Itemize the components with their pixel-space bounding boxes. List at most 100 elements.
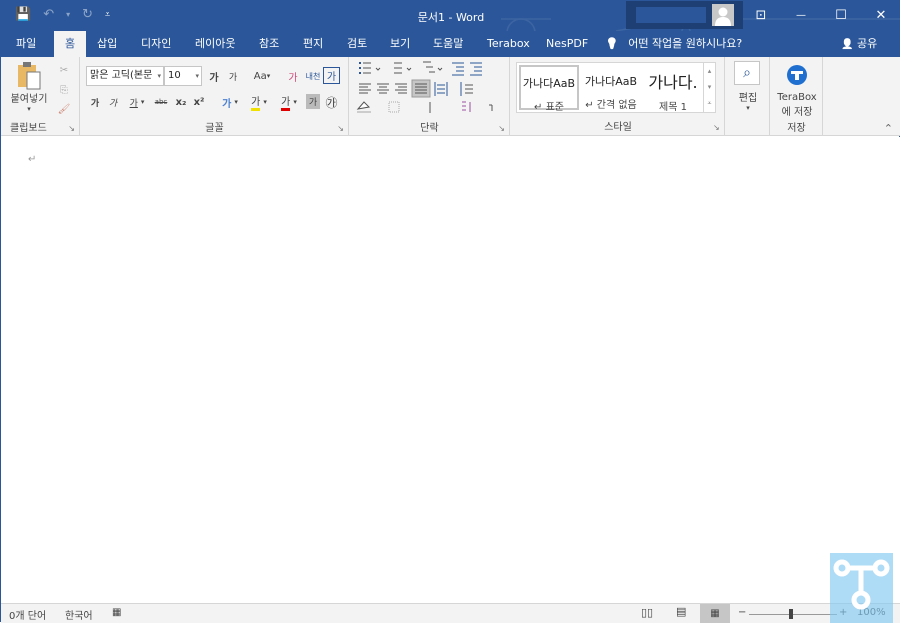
italic-icon: 가 bbox=[108, 98, 118, 109]
tell-me-search[interactable]: 💡 어떤 작업을 원하시나요? bbox=[605, 31, 742, 57]
bold-button[interactable]: 가 bbox=[87, 93, 103, 111]
paste-button[interactable]: 붙여넣기 ▾ bbox=[7, 61, 51, 113]
tab-design[interactable]: 디자인 bbox=[135, 31, 177, 57]
format-painter-icon: 🖌 bbox=[57, 103, 71, 115]
align-left-button[interactable] bbox=[356, 79, 374, 97]
ribbon-display-options-button[interactable]: ⊡ bbox=[741, 1, 781, 29]
macro-icon[interactable]: ▦ bbox=[112, 607, 121, 618]
strikethrough-button[interactable]: abc bbox=[152, 93, 170, 111]
align-center-button[interactable] bbox=[374, 79, 392, 97]
styles-launcher-icon[interactable]: ↘ bbox=[713, 123, 720, 132]
shrink-font-button[interactable]: 가 bbox=[225, 67, 241, 85]
clipboard-launcher-icon[interactable]: ↘ bbox=[68, 124, 75, 133]
show-formatting-marks-button[interactable] bbox=[484, 99, 502, 117]
character-border-button[interactable]: 가 bbox=[323, 67, 340, 84]
terabox-save-button[interactable] bbox=[784, 62, 810, 88]
collapse-ribbon-icon[interactable]: ⌃ bbox=[884, 122, 893, 135]
tab-mailings[interactable]: 편지 bbox=[297, 31, 329, 57]
share-button[interactable]: 👤 공유 bbox=[841, 31, 877, 57]
font-size-select[interactable]: 10 ▾ bbox=[164, 66, 202, 86]
cut-button[interactable]: ✂ bbox=[56, 62, 72, 78]
paste-arrow-icon: ▾ bbox=[27, 105, 31, 113]
terabox-label-2: 에 저장 bbox=[781, 107, 813, 118]
word-count[interactable]: 0개 단어 bbox=[9, 607, 46, 622]
grow-font-button[interactable]: 가 bbox=[206, 67, 222, 85]
chevron-down-icon: ▾ bbox=[157, 72, 161, 80]
style-name: ↵ 간격 없음 bbox=[585, 100, 637, 111]
read-mode-icon[interactable]: ▯▯ bbox=[641, 606, 653, 619]
tab-file[interactable]: 파일 bbox=[10, 31, 42, 57]
person-icon: 👤 bbox=[841, 39, 854, 50]
bullets-button[interactable] bbox=[354, 59, 384, 79]
underline-button[interactable]: 가 ▾ bbox=[124, 93, 150, 111]
maximize-button[interactable]: ☐ bbox=[821, 1, 861, 29]
terabox-group: TeraBox 에 저장 저장 bbox=[771, 57, 823, 136]
line-spacing-button[interactable] bbox=[458, 79, 486, 97]
bold-icon: 가 bbox=[90, 98, 100, 109]
highlight-icon: 가 bbox=[251, 93, 261, 111]
tab-home[interactable]: 홈 bbox=[54, 31, 86, 57]
style-normal[interactable]: 가나다AaB ↵ 표준 bbox=[519, 65, 579, 113]
shading-button[interactable] bbox=[354, 99, 384, 117]
copy-button[interactable]: ⎘ bbox=[56, 82, 72, 98]
font-name-value: 맑은 고딕(본문 bbox=[90, 70, 153, 81]
highlight-button[interactable]: 가 ▾ bbox=[245, 93, 273, 111]
tab-review[interactable]: 검토 bbox=[341, 31, 373, 57]
account-area[interactable] bbox=[626, 1, 743, 29]
scroll-up-icon[interactable]: ▴ bbox=[704, 63, 715, 79]
document-area[interactable]: ↵ bbox=[1, 137, 900, 603]
decrease-indent-button[interactable] bbox=[450, 59, 468, 79]
editing-button[interactable]: ⌕ bbox=[734, 61, 760, 85]
text-effects-button[interactable]: 가 ▾ bbox=[217, 93, 243, 111]
zoom-slider[interactable] bbox=[749, 614, 837, 615]
paste-icon bbox=[18, 62, 41, 90]
zoom-slider-thumb[interactable] bbox=[789, 609, 793, 619]
numbering-button[interactable] bbox=[386, 59, 416, 79]
distributed-button[interactable] bbox=[432, 79, 450, 97]
format-painter-button[interactable]: 🖌 bbox=[56, 101, 72, 117]
multilevel-list-button[interactable] bbox=[416, 59, 446, 79]
minimize-button[interactable]: — bbox=[781, 1, 821, 29]
italic-button[interactable]: 가 bbox=[105, 93, 121, 111]
share-label: 공유 bbox=[856, 37, 878, 50]
phonetic-guide-button[interactable]: 내천 bbox=[304, 67, 322, 85]
style-no-spacing[interactable]: 가나다AaB ↵ 간격 없음 bbox=[581, 65, 641, 111]
sort-button[interactable] bbox=[458, 99, 478, 117]
paragraph-launcher-icon[interactable]: ↘ bbox=[498, 124, 505, 133]
tab-references[interactable]: 참조 bbox=[253, 31, 285, 57]
tab-insert[interactable]: 삽입 bbox=[91, 31, 123, 57]
increase-indent-button[interactable] bbox=[468, 59, 486, 79]
enclose-characters-button[interactable]: ㉮ bbox=[323, 93, 340, 111]
justify-button[interactable] bbox=[412, 79, 430, 97]
change-case-button[interactable]: Aa ▾ bbox=[249, 67, 275, 85]
character-shading-button[interactable]: 가 bbox=[306, 94, 320, 109]
superscript-button[interactable]: x² bbox=[191, 93, 207, 111]
enclose-characters-icon: ㉮ bbox=[325, 95, 338, 110]
zoom-out-button[interactable]: − bbox=[738, 607, 746, 618]
language[interactable]: 한국어 bbox=[65, 607, 93, 622]
align-right-button[interactable] bbox=[392, 79, 410, 97]
more-styles-icon[interactable]: ⩡ bbox=[704, 95, 715, 111]
watermark-logo-icon bbox=[833, 559, 890, 610]
borders-button[interactable] bbox=[386, 99, 416, 117]
web-layout-icon[interactable]: ▦ bbox=[700, 604, 730, 623]
clear-formatting-button[interactable]: 가 bbox=[284, 67, 302, 85]
font-launcher-icon[interactable]: ↘ bbox=[337, 124, 344, 133]
tab-help[interactable]: 도움말 bbox=[427, 31, 469, 57]
avatar[interactable] bbox=[712, 4, 734, 26]
tab-layout[interactable]: 레이아웃 bbox=[189, 31, 241, 57]
scroll-down-icon[interactable]: ▾ bbox=[704, 79, 715, 95]
editing-arrow-icon: ▾ bbox=[746, 104, 750, 112]
text-direction-button[interactable] bbox=[422, 99, 452, 117]
font-color-button[interactable]: 가 ▾ bbox=[275, 93, 303, 111]
font-name-select[interactable]: 맑은 고딕(본문 ▾ bbox=[86, 66, 164, 86]
styles-scroll[interactable]: ▴ ▾ ⩡ bbox=[703, 63, 715, 112]
tab-view[interactable]: 보기 bbox=[384, 31, 416, 57]
print-layout-icon[interactable]: ▤ bbox=[676, 605, 686, 618]
phonetic-guide-icon: 내천 bbox=[305, 71, 321, 81]
style-heading-1[interactable]: 가나다. 제목 1 bbox=[643, 65, 703, 113]
subscript-button[interactable]: x₂ bbox=[173, 93, 189, 111]
tab-nespdf[interactable]: NesPDF bbox=[540, 31, 594, 57]
tab-terabox[interactable]: Terabox bbox=[481, 31, 536, 57]
close-button[interactable]: ✕ bbox=[861, 1, 900, 29]
